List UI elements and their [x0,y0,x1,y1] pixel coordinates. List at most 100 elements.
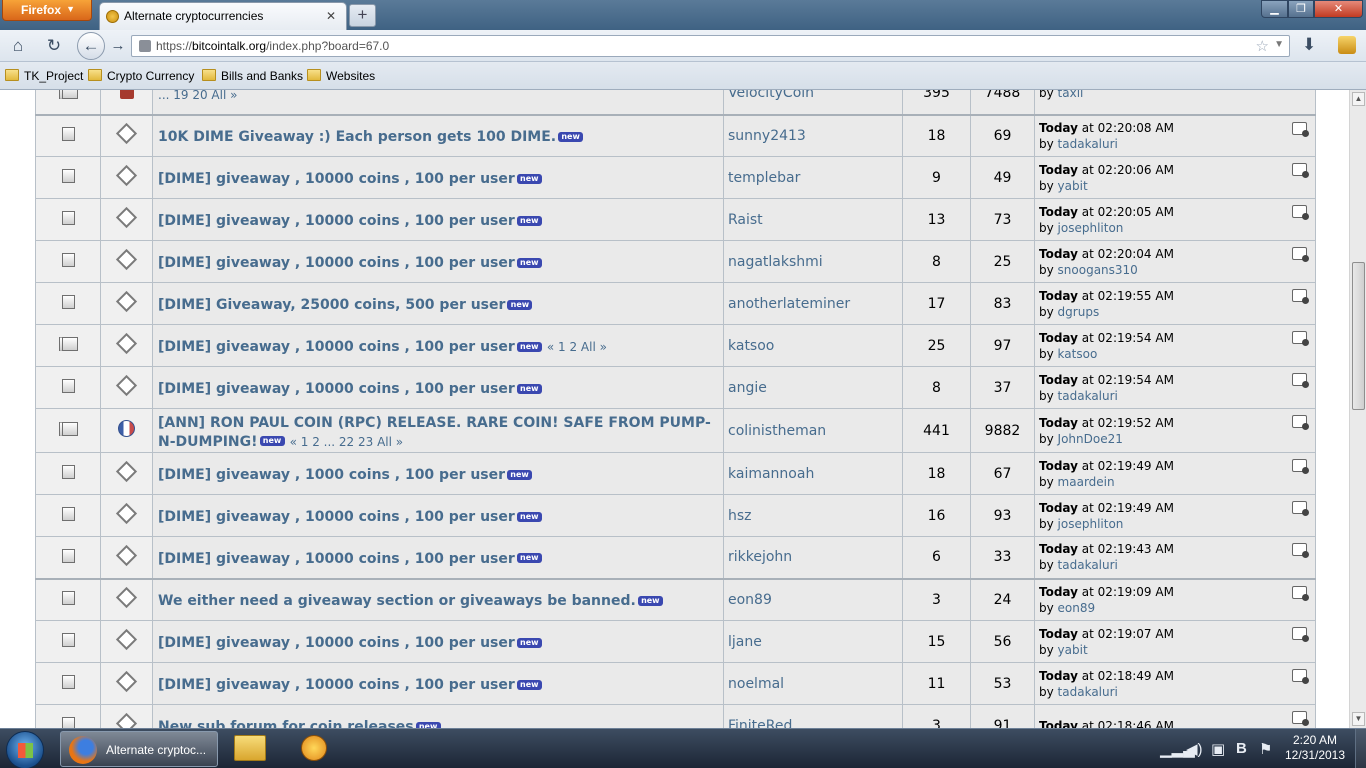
topic-subject-link[interactable]: [DIME] giveaway , 10000 coins , 100 per … [158,635,515,651]
topic-starter-link[interactable]: eon89 [723,577,903,621]
last-poster-link[interactable]: tadakaluri [1058,137,1118,151]
last-post-icon[interactable] [1292,711,1309,726]
topic-starter-link[interactable]: sunny2413 [723,113,903,157]
network-icon[interactable]: ▣ [1211,740,1225,758]
topic-starter-link[interactable]: colinistheman [723,408,903,453]
topic-starter-link[interactable]: noelmal [723,662,903,705]
last-poster-link[interactable]: tadakaluri [1058,685,1118,699]
volume-icon[interactable]: ◀) [1186,740,1203,758]
topic-starter-link[interactable]: templebar [723,156,903,199]
last-post-icon[interactable] [1292,289,1309,304]
new-badge[interactable]: new [558,131,584,142]
scroll-thumb[interactable] [1352,262,1365,410]
last-poster-link[interactable]: dgrups [1058,305,1100,319]
topic-subject-link[interactable]: [DIME] giveaway , 10000 coins , 100 per … [158,551,515,567]
last-post-icon[interactable] [1292,669,1309,684]
topic-subject-link[interactable]: [DIME] giveaway , 10000 coins , 100 per … [158,255,515,271]
close-window-button[interactable]: ✕ [1314,0,1363,18]
topic-subject-link[interactable]: [DIME] giveaway , 10000 coins , 100 per … [158,339,515,355]
scroll-up-button[interactable]: ▲ [1352,92,1365,106]
last-poster-link[interactable]: yabit [1058,643,1088,657]
last-poster-link[interactable]: JohnDoe21 [1058,432,1123,446]
taskbar-firefox-button[interactable]: Alternate cryptoc... [60,731,218,767]
topic-starter-link[interactable]: FiniteRed [723,704,903,728]
bookmark-folder-tk-project[interactable]: TK_Project [5,69,83,83]
bookmark-star-icon[interactable]: ☆ [1256,37,1269,55]
new-badge[interactable]: new [507,469,533,480]
new-badge[interactable]: new [516,383,542,394]
addon-icon[interactable] [1338,36,1356,54]
home-icon[interactable]: ⌂ [6,35,30,57]
topic-pages[interactable]: ... 19 20 All » [158,90,237,102]
action-center-icon[interactable]: ⚑ [1259,740,1272,758]
last-poster-link[interactable]: eon89 [1058,601,1096,615]
tab-alternate-cryptocurrencies[interactable]: Alternate cryptocurrencies ✕ [99,2,347,30]
topic-starter-link[interactable]: VelocityCoin [723,90,903,115]
topic-subject-link[interactable]: [DIME] giveaway , 10000 coins , 100 per … [158,509,515,525]
back-button[interactable]: ← [77,32,105,60]
last-poster-link[interactable]: josephliton [1058,221,1124,235]
site-identity-icon[interactable] [139,40,151,52]
new-badge[interactable]: new [637,595,663,606]
new-badge[interactable]: new [516,679,542,690]
topic-pages[interactable]: « 1 2 All » [547,340,607,354]
forward-button[interactable]: → [106,35,130,57]
last-post-icon[interactable] [1292,331,1309,346]
topic-subject-link[interactable]: [DIME] giveaway , 1000 coins , 100 per u… [158,467,505,483]
new-badge[interactable]: new [516,257,542,268]
new-badge[interactable]: new [516,215,542,226]
topic-subject-link[interactable]: 10K DIME Giveaway :) Each person gets 10… [158,129,556,145]
topic-starter-link[interactable]: Raist [723,198,903,241]
reload-icon[interactable]: ↻ [42,35,66,57]
topic-starter-link[interactable]: angie [723,366,903,409]
new-badge[interactable]: new [507,299,533,310]
topic-pages[interactable]: « 1 2 ... 22 23 All » [290,435,404,449]
topic-starter-link[interactable]: rikkejohn [723,536,903,579]
last-poster-link[interactable]: maardein [1058,475,1115,489]
topic-subject-link[interactable]: We either need a giveaway section or giv… [158,593,636,609]
bookmark-folder-bills-and-banks[interactable]: Bills and Banks [202,69,303,83]
minimize-button[interactable]: ▁ [1261,0,1288,18]
last-post-icon[interactable] [1292,459,1309,474]
topic-subject-link[interactable]: New sub forum for coin releases [158,719,414,728]
last-poster-link[interactable]: tadakaluri [1058,558,1118,572]
topic-subject-link[interactable]: [ANN] RON PAUL COIN (RPC) RELEASE. RARE … [158,415,711,450]
topic-subject-link[interactable]: [DIME] giveaway , 10000 coins , 100 per … [158,213,515,229]
new-badge[interactable]: new [516,173,542,184]
last-post-icon[interactable] [1292,415,1309,430]
topic-subject-link[interactable]: [DIME] Giveaway, 25000 coins, 500 per us… [158,297,505,313]
vertical-scrollbar[interactable]: ▲ ▼ [1349,90,1366,728]
last-post-icon[interactable] [1292,205,1309,220]
url-bar[interactable]: https://bitcointalk.org/index.php?board=… [131,35,1290,57]
topic-starter-link[interactable]: anotherlateminer [723,282,903,325]
new-badge[interactable]: new [516,637,542,648]
bookmark-folder-crypto-currency[interactable]: Crypto Currency [88,69,194,83]
last-post-icon[interactable] [1292,121,1309,137]
windows-explorer-icon[interactable] [234,735,266,761]
close-tab-icon[interactable]: ✕ [326,9,336,23]
new-badge[interactable]: new [516,341,542,352]
topic-subject-link[interactable]: [DIME] giveaway , 10000 coins , 100 per … [158,171,515,187]
download-icon[interactable]: ⬇ [1302,35,1316,55]
topic-starter-link[interactable]: hsz [723,494,903,537]
topic-subject-link[interactable]: [DIME] giveaway , 10000 coins , 100 per … [158,381,515,397]
last-post-icon[interactable] [1292,627,1309,642]
last-poster-link[interactable]: tadakaluri [1058,389,1118,403]
show-desktop-button[interactable] [1355,729,1366,768]
last-poster-link[interactable]: yabit [1058,179,1088,193]
last-poster-link[interactable]: katsoo [1058,347,1098,361]
topic-starter-link[interactable]: ljane [723,620,903,663]
firefox-menu-button[interactable]: Firefox ▼ [2,0,92,21]
last-post-icon[interactable] [1292,247,1309,262]
start-button[interactable] [6,731,44,768]
last-poster-link[interactable]: josephliton [1058,517,1124,531]
system-clock[interactable]: 2:20 AM 12/31/2013 [1280,733,1350,763]
new-tab-button[interactable]: + [349,4,376,27]
last-poster-link[interactable]: taxli [1058,90,1084,100]
last-post-icon[interactable] [1292,585,1309,601]
bookmark-folder-websites[interactable]: Websites [307,69,375,83]
bold-app-icon[interactable]: B [1236,740,1247,757]
url-history-dropdown-icon[interactable]: ▼ [1274,39,1284,50]
last-poster-link[interactable]: snoogans310 [1058,263,1138,277]
topic-starter-link[interactable]: katsoo [723,324,903,367]
